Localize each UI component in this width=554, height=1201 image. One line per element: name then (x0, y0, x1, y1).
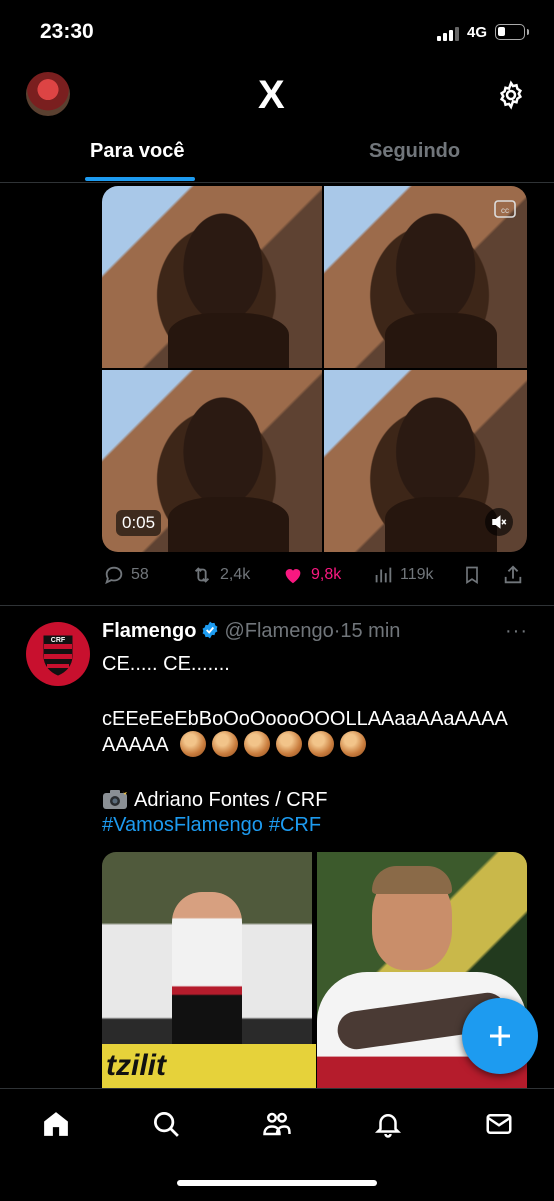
onion-icon (244, 731, 270, 757)
views-count: 119k (400, 566, 434, 583)
views-icon (375, 567, 392, 583)
video-frame[interactable]: cc (324, 186, 527, 368)
onion-icon (276, 731, 302, 757)
post-header: Flamengo @Flamengo·15 min (102, 620, 400, 643)
svg-text:CRF: CRF (51, 637, 66, 644)
flamengo-avatar[interactable]: CRF (26, 622, 90, 686)
hashtag-link[interactable]: #VamosFlamengo (102, 814, 263, 836)
stadium-ad-board: tzilit (102, 1044, 316, 1088)
plus-icon (490, 1026, 510, 1046)
more-options-icon[interactable]: ··· (505, 620, 528, 643)
repost-icon (194, 567, 210, 583)
share-icon (504, 565, 522, 584)
player-figure (172, 892, 242, 1062)
profile-avatar[interactable] (26, 72, 70, 116)
home-icon[interactable] (41, 1109, 71, 1139)
battery-icon (495, 24, 525, 40)
player-hair (372, 866, 452, 894)
network-type: 4G (467, 24, 488, 41)
bookmark-button[interactable] (462, 564, 482, 586)
mute-icon[interactable] (485, 508, 513, 536)
signal-icon (437, 27, 459, 41)
heart-icon (285, 569, 301, 584)
x-logo-icon[interactable]: X (258, 75, 285, 115)
camera-icon (103, 790, 127, 809)
bookmark-icon (466, 566, 478, 585)
photo-credit: Adriano Fontes / CRF (102, 787, 327, 813)
video-frame[interactable]: 0:05 (102, 370, 322, 552)
post-divider (0, 605, 554, 606)
gear-icon[interactable] (496, 80, 526, 110)
header-divider (0, 182, 554, 183)
video-timer: 0:05 (116, 510, 162, 536)
video-frame[interactable] (102, 186, 322, 368)
status-time: 23:30 (40, 20, 94, 43)
active-tab-indicator (85, 177, 195, 181)
views-button[interactable]: 119k (372, 564, 434, 586)
repost-count: 2,4k (220, 566, 251, 583)
repost-button[interactable]: 2,4k (190, 564, 250, 586)
reply-button[interactable]: 58 (103, 564, 149, 586)
hashtags: #VamosFlamengo #CRF (102, 814, 327, 837)
svg-text:cc: cc (501, 206, 509, 215)
home-indicator (177, 1180, 377, 1186)
post-text-line: CE..... CE....... (102, 653, 230, 675)
compose-button[interactable] (462, 998, 538, 1074)
author-name[interactable]: Flamengo (102, 620, 196, 642)
reply-count: 58 (131, 566, 149, 583)
tab-for-you[interactable]: Para você (90, 140, 185, 163)
onion-icon (180, 731, 206, 757)
bell-icon[interactable] (373, 1109, 403, 1139)
post-photo-left[interactable]: tzilit (102, 852, 316, 1088)
like-count: 9,8k (311, 566, 342, 583)
share-button[interactable] (502, 564, 524, 586)
verified-icon (203, 621, 218, 639)
hashtag-link[interactable]: #CRF (269, 814, 321, 836)
communities-icon[interactable] (262, 1109, 292, 1139)
onion-icon (212, 731, 238, 757)
mail-icon[interactable] (484, 1109, 514, 1139)
caption-icon[interactable]: cc (493, 198, 517, 220)
post-text-line: AAAAA (102, 734, 169, 756)
video-frame[interactable] (324, 370, 527, 552)
like-button[interactable]: 9,8k (281, 564, 341, 586)
post-text-line: cEEeEeEbBoOoOoooOOOLLAAaaAAaAAAA (102, 708, 508, 730)
author-handle[interactable]: @Flamengo (224, 620, 333, 642)
battery-tip (527, 29, 529, 35)
tab-following[interactable]: Seguindo (369, 140, 460, 163)
credit-text: Adriano Fontes / CRF (134, 789, 328, 811)
onion-emojis (180, 731, 366, 757)
reply-icon (105, 566, 123, 585)
onion-icon (308, 731, 334, 757)
search-icon[interactable] (151, 1109, 181, 1139)
post-time[interactable]: 15 min (340, 620, 400, 642)
onion-icon (340, 731, 366, 757)
video-media[interactable]: cc 0:05 (102, 186, 527, 552)
flamengo-crest-icon: CRF (43, 635, 73, 676)
